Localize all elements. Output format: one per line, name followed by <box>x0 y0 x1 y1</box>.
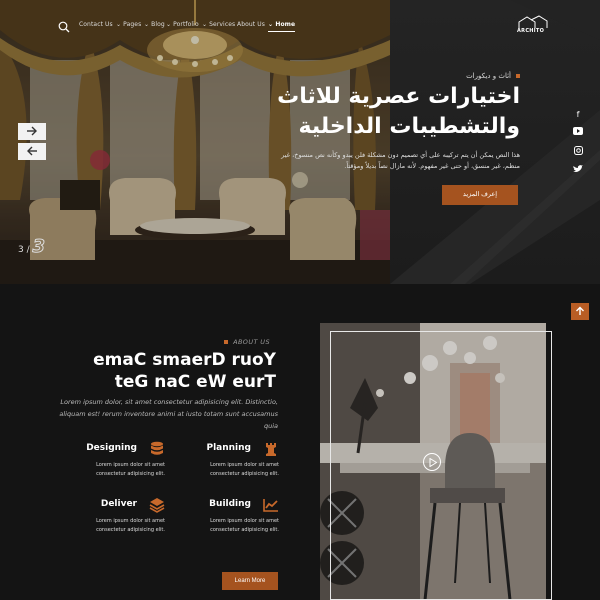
feature-text: Lorem ipsum dolor sit amet consectetur a… <box>210 518 279 533</box>
hero-eyebrow-text: أثاث و ديكورات <box>466 72 511 80</box>
accent-dot <box>224 340 229 344</box>
logo-house-icon <box>518 15 548 28</box>
about-text: Lorem ipsum dolor, sit amet consectetur … <box>59 398 278 430</box>
nav-link-contact[interactable]: Contact Us <box>79 21 113 28</box>
feature-text: Lorem ipsum dolor sit amet consectetur a… <box>96 518 165 533</box>
hero-description: هذا النص يمكن أن يتم تركيبه على أي تصميم… <box>281 151 520 170</box>
play-icon <box>429 458 437 467</box>
facebook-icon[interactable]: f <box>572 109 584 121</box>
learn-more-button[interactable]: إعرف المزيد <box>442 185 518 205</box>
nav-link-services-label: Services <box>209 21 236 28</box>
nav-link-about[interactable]: About Us <box>237 21 265 28</box>
main-nav: Contact Us ⌄ Pages ⌄ Blog ⌄ Portfolio ⌄ … <box>0 0 600 50</box>
arrow-left-icon <box>27 146 37 156</box>
play-video-button[interactable] <box>423 453 441 471</box>
logo-text: ARCHITO <box>517 28 545 34</box>
nav-link-services[interactable]: ⌄ Services <box>202 21 235 28</box>
slide-current: 3 <box>32 236 46 258</box>
arrow-up-icon <box>576 306 584 315</box>
hero-section: Contact Us ⌄ Pages ⌄ Blog ⌄ Portfolio ⌄ … <box>0 0 600 284</box>
slide-counter: 3 / 3 <box>18 236 46 258</box>
nav-link-pages[interactable]: ⌄ Pages <box>116 21 141 28</box>
database-icon <box>149 441 165 457</box>
youtube-icon[interactable] <box>572 127 584 139</box>
logo[interactable]: ARCHITO <box>517 14 553 36</box>
about-eyebrow: ABOUT US <box>224 338 270 346</box>
feature-text: Lorem ipsum dolor sit amet consectetur a… <box>96 462 165 477</box>
arrow-right-icon <box>27 126 37 136</box>
slide-total: 3 <box>18 245 24 255</box>
about-eyebrow-text: ABOUT US <box>233 338 270 346</box>
page: Contact Us ⌄ Pages ⌄ Blog ⌄ Portfolio ⌄ … <box>0 0 600 600</box>
nav-link-home[interactable]: ⌄ Home <box>268 21 296 32</box>
feature-text: Lorem ipsum dolor sit amet consectetur a… <box>210 462 279 477</box>
feature-title: Designing <box>86 443 137 453</box>
twitter-icon[interactable] <box>572 165 584 177</box>
feature-title: Building <box>209 499 251 509</box>
nav-link-pages-label: Pages <box>123 21 142 28</box>
instagram-icon[interactable] <box>572 146 584 158</box>
nav-link-portfolio[interactable]: ⌄ Portfolio <box>166 21 199 28</box>
chart-line-icon <box>263 497 279 513</box>
scroll-to-top-button[interactable] <box>571 303 589 320</box>
nav-link-blog-label: Blog <box>151 21 165 28</box>
about-title: emaC smaerD ruoY teG naC eW eurT <box>93 350 276 392</box>
hero-eyebrow: أثاث و ديكورات <box>466 72 520 80</box>
accent-dot <box>516 74 520 78</box>
feature-title: Planning <box>206 443 251 453</box>
learn-more-button[interactable]: Learn More <box>222 572 278 590</box>
nav-link-blog[interactable]: ⌄ Blog <box>144 21 165 28</box>
slider-next-button[interactable] <box>18 123 46 140</box>
slider-prev-button[interactable] <box>18 143 46 160</box>
chess-rook-icon <box>263 441 279 457</box>
hero-title: اختيارات عصرية للاثاث والتشطيبات الداخلي… <box>277 84 520 139</box>
photo-frame <box>330 331 552 600</box>
layers-icon <box>149 497 165 513</box>
nav-link-home-label: Home <box>275 21 296 28</box>
feature-title: Deliver <box>100 499 137 509</box>
nav-link-portfolio-label: Portfolio <box>173 21 199 28</box>
search-icon[interactable] <box>58 18 70 33</box>
